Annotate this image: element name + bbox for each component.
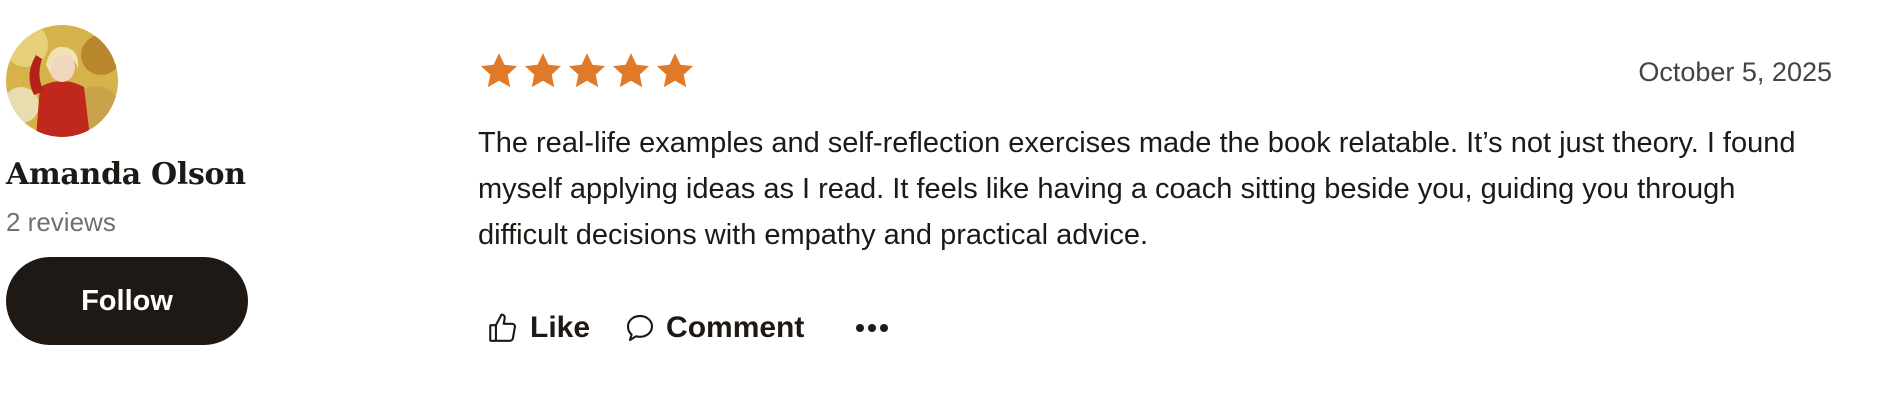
like-button[interactable]: Like (486, 311, 590, 345)
follow-button[interactable]: Follow (6, 257, 248, 345)
thumbs-up-icon (489, 313, 516, 342)
star-icon (480, 53, 518, 88)
review-body: October 5, 2025 The real-life examples a… (478, 50, 1832, 350)
review-count: 2 reviews (6, 207, 116, 237)
review-actions: Like Comment (478, 306, 1832, 350)
comment-label: Comment (666, 311, 805, 344)
rating-row: October 5, 2025 (478, 50, 1832, 94)
comment-button[interactable]: Comment (624, 311, 804, 345)
reviewer-panel: Amanda Olson 2 reviews Follow (6, 25, 266, 345)
avatar-image (6, 25, 118, 137)
like-label: Like (530, 311, 591, 344)
review-text: The real-life examples and self-reflecti… (478, 127, 1796, 251)
star-icon (656, 53, 694, 88)
star-icon (524, 53, 562, 88)
star-icon (568, 53, 606, 88)
speech-bubble-icon (626, 314, 654, 342)
star-rating (478, 50, 1832, 92)
more-options-button[interactable] (854, 322, 890, 334)
reviewer-name[interactable]: Amanda Olson (6, 157, 266, 193)
star-icon (612, 53, 650, 88)
more-options-icon (856, 324, 889, 332)
avatar[interactable] (6, 25, 118, 137)
review-date[interactable]: October 5, 2025 (1638, 56, 1832, 88)
